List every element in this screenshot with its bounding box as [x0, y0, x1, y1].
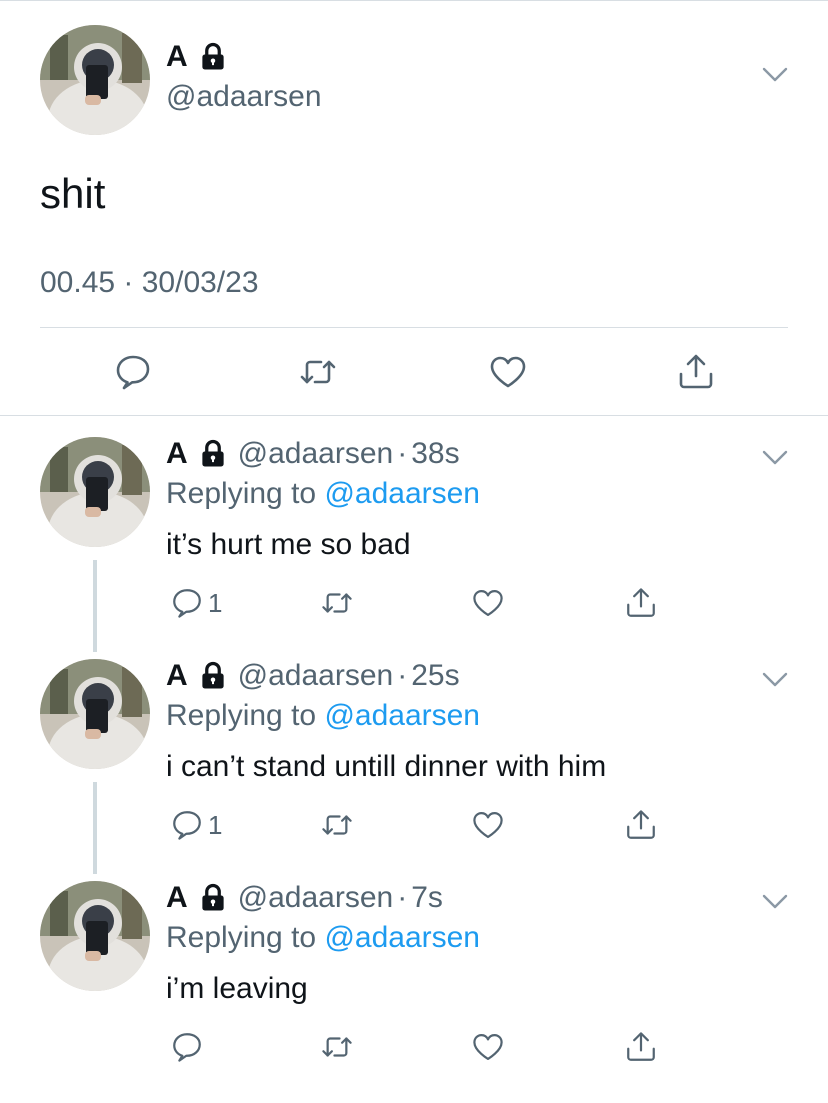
- share-icon[interactable]: [676, 352, 716, 392]
- like-icon: [473, 589, 503, 617]
- share-button[interactable]: [624, 1029, 658, 1065]
- like-icon: [473, 1033, 503, 1061]
- tweet-text: it’s hurt me so bad: [166, 528, 411, 561]
- replying-to: Replying to @adaarsen: [166, 921, 480, 955]
- tweet-text: i’m leaving: [166, 972, 308, 1005]
- separator-dot: ·: [397, 881, 408, 914]
- replying-prefix: Replying to: [166, 921, 317, 954]
- chevron-down-icon[interactable]: [762, 893, 788, 911]
- replying-to: Replying to @adaarsen: [166, 699, 480, 733]
- reply-count: 1: [208, 809, 223, 840]
- chevron-down-icon[interactable]: [762, 671, 788, 689]
- handle[interactable]: @adaarsen: [166, 80, 322, 114]
- retweet-button[interactable]: [320, 585, 354, 621]
- avatar[interactable]: [40, 25, 150, 135]
- reply-icon: [173, 1033, 201, 1062]
- share-button[interactable]: [624, 585, 658, 621]
- tweet-time[interactable]: 25s: [411, 659, 459, 693]
- tweet-timestamp[interactable]: 00.45 · 30/03/23: [40, 266, 259, 300]
- like-button[interactable]: [471, 1029, 505, 1065]
- reply-icon: [173, 589, 201, 618]
- reply-tweet[interactable]: A @adaarsen · 38s Replying to @adaarsen …: [0, 437, 828, 659]
- avatar[interactable]: [40, 437, 150, 547]
- display-name[interactable]: A: [166, 881, 188, 915]
- reply-button[interactable]: [170, 1029, 208, 1065]
- avatar[interactable]: [40, 881, 150, 991]
- lock-icon: [198, 439, 228, 469]
- replying-to: Replying to @adaarsen: [166, 477, 480, 511]
- lock-icon: [198, 883, 228, 913]
- handle[interactable]: @adaarsen: [238, 437, 394, 471]
- reply-icon[interactable]: [113, 352, 153, 392]
- retweet-icon: [322, 593, 352, 613]
- reply-tweet[interactable]: A @adaarsen · 25s Replying to @adaarsen …: [0, 659, 828, 881]
- handle[interactable]: @adaarsen: [238, 881, 394, 915]
- display-name[interactable]: A: [166, 40, 188, 74]
- share-icon: [627, 1032, 655, 1061]
- tweet-time[interactable]: 7s: [411, 881, 443, 915]
- main-tweet: A @adaarsen shit 00.45 · 30/03/23: [0, 0, 828, 416]
- tweet-text: shit: [40, 170, 106, 217]
- like-button[interactable]: [471, 807, 505, 843]
- tweet-time[interactable]: 38s: [411, 437, 459, 471]
- like-icon[interactable]: [488, 352, 528, 392]
- divider: [40, 327, 788, 328]
- mention-link[interactable]: @adaarsen: [324, 477, 480, 510]
- avatar[interactable]: [40, 659, 150, 769]
- display-name[interactable]: A: [166, 437, 188, 471]
- share-icon: [627, 588, 655, 617]
- retweet-button[interactable]: [320, 1029, 354, 1065]
- lock-icon: [198, 661, 228, 691]
- reply-count: 1: [208, 587, 223, 618]
- replying-prefix: Replying to: [166, 477, 317, 510]
- chevron-down-icon[interactable]: [762, 449, 788, 467]
- replying-prefix: Replying to: [166, 699, 317, 732]
- separator-dot: ·: [397, 437, 408, 470]
- mention-link[interactable]: @adaarsen: [324, 699, 480, 732]
- share-button[interactable]: [624, 807, 658, 843]
- reply-tweet[interactable]: A @adaarsen · 7s Replying to @adaarsen i…: [0, 881, 828, 1103]
- lock-icon: [198, 42, 228, 72]
- like-button[interactable]: [471, 585, 505, 621]
- reply-button[interactable]: 1: [170, 585, 222, 621]
- chevron-down-icon[interactable]: [762, 66, 788, 84]
- reply-icon: [173, 811, 201, 840]
- retweet-icon[interactable]: [298, 352, 338, 392]
- retweet-icon: [322, 815, 352, 835]
- reply-button[interactable]: 1: [170, 807, 222, 843]
- mention-link[interactable]: @adaarsen: [324, 921, 480, 954]
- handle[interactable]: @adaarsen: [238, 659, 394, 693]
- retweet-icon: [322, 1037, 352, 1057]
- retweet-button[interactable]: [320, 807, 354, 843]
- display-name[interactable]: A: [166, 659, 188, 693]
- divider: [0, 415, 828, 416]
- separator-dot: ·: [397, 659, 408, 692]
- like-icon: [473, 811, 503, 839]
- tweet-text: i can’t stand untill dinner with him: [166, 750, 607, 783]
- share-icon: [627, 810, 655, 839]
